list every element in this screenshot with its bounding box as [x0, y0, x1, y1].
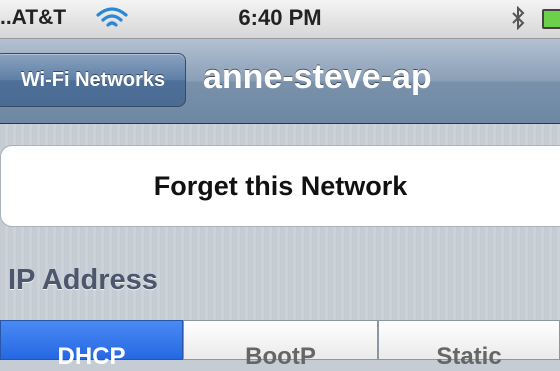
navigation-bar: Wi-Fi Networks anne-steve-ap [0, 39, 560, 124]
forget-network-button[interactable]: Forget this Network [0, 145, 560, 227]
status-bar: ..AT&T 6:40 PM [0, 0, 560, 39]
segment-bootp[interactable]: BootP [183, 320, 378, 370]
status-time: 6:40 PM [238, 5, 322, 30]
ip-address-header: IP Address [8, 264, 158, 296]
segment-dhcp[interactable]: DHCP [0, 320, 183, 370]
nav-title: anne-steve-ap [203, 58, 432, 96]
segment-static[interactable]: Static [378, 320, 560, 370]
bluetooth-icon [512, 6, 525, 30]
ip-mode-segmented-control: DHCP BootP Static [0, 320, 560, 370]
battery-icon [542, 9, 560, 29]
back-button[interactable]: Wi-Fi Networks [0, 53, 186, 107]
